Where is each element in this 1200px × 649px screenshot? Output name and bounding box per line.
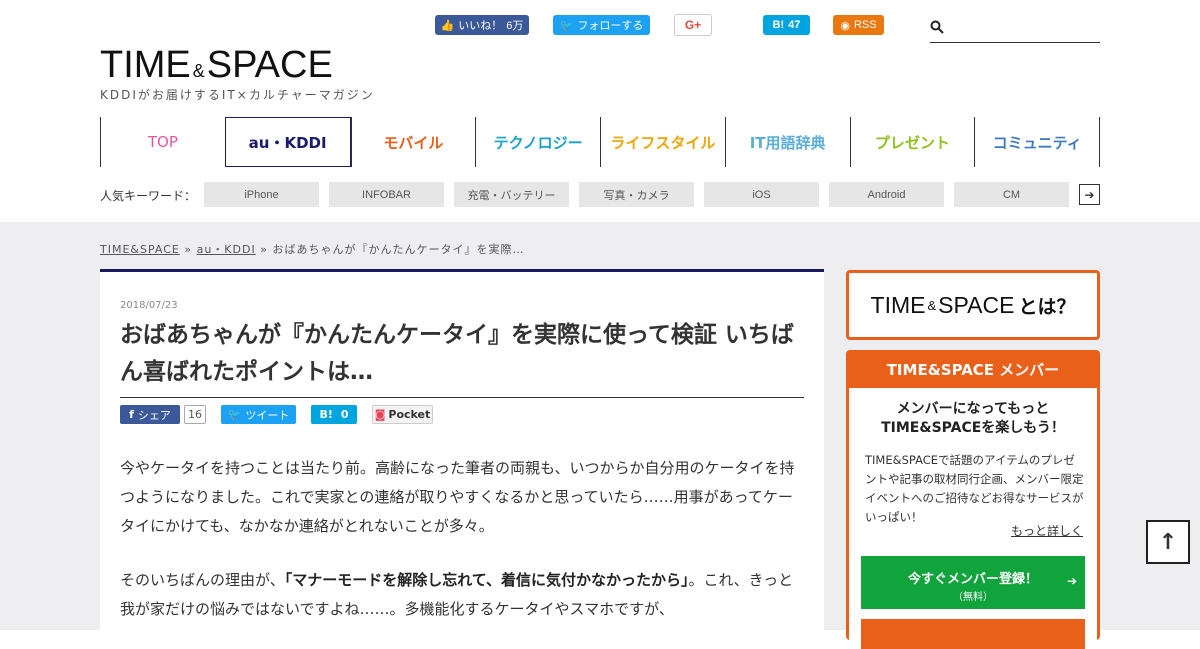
keywords-next-button[interactable]: ➔ — [1079, 184, 1100, 205]
hatena-bookmark-icon: B! — [319, 408, 333, 421]
register-button[interactable]: 今すぐメンバー登録！ （無料） ➔ — [861, 556, 1085, 609]
nav-label: モバイル — [383, 133, 444, 152]
member-widget: TIME&SPACE メンバー メンバーになってもっと TIME&SPACEを楽… — [846, 350, 1100, 649]
hatena-share-button[interactable]: B! 0 — [311, 405, 357, 424]
arrow-up-icon: ↑ — [1158, 529, 1178, 555]
member-widget-title: TIME&SPACE メンバー — [886, 360, 1060, 379]
logo-text-time: TIME — [100, 44, 191, 86]
rss-label: RSS — [853, 19, 877, 31]
main-nav: TOP au・KDDI モバイル テクノロジー ライフスタイル IT用語辞典 プ… — [100, 117, 1100, 167]
facebook-icon: f — [129, 408, 134, 421]
keyword-tag[interactable]: 充電・バッテリー — [454, 182, 569, 207]
nav-item-present[interactable]: プレゼント — [849, 117, 975, 167]
about-suffix: とは？ — [1018, 296, 1076, 318]
search-box — [930, 17, 1100, 43]
nav-label: プレゼント — [874, 133, 950, 152]
arrow-right-icon: ➔ — [1084, 187, 1095, 202]
article-card: 2018/07/23 おばあちゃんが『かんたんケータイ』を実際に使って検証 いち… — [100, 269, 824, 630]
breadcrumb: TIME&SPACE » au・KDDI » おばあちゃんが『かんたんケータイ』… — [100, 241, 524, 257]
nav-label: ライフスタイル — [610, 133, 716, 152]
facebook-share-label: シェア — [137, 408, 171, 422]
google-plus-icon: G+ — [684, 18, 702, 32]
pocket-label: Pocket — [388, 408, 431, 421]
breadcrumb-category-link[interactable]: au・KDDI — [197, 243, 256, 256]
pocket-button[interactable]: ◙ Pocket — [372, 405, 433, 424]
paragraph-text: そのいちばんの理由が、 — [120, 571, 285, 589]
member-headline: メンバーになってもっと TIME&SPACEを楽しもう！ — [849, 400, 1097, 438]
breadcrumb-current: おばあちゃんが『かんたんケータイ』を実際… — [272, 243, 525, 256]
keyword-tag[interactable]: iOS — [704, 182, 819, 207]
nav-item-mobile[interactable]: モバイル — [350, 117, 476, 167]
nav-item-top[interactable]: TOP — [100, 117, 225, 167]
nav-item-lifestyle[interactable]: ライフスタイル — [600, 117, 725, 167]
breadcrumb-separator: » — [260, 243, 268, 256]
google-plus-button[interactable]: G+ — [674, 14, 712, 36]
facebook-share-button[interactable]: f シェア — [120, 405, 180, 424]
member-description: TIME&SPACEで話題のアイテムのプレゼントや記事の取材同行企画、メンバー限… — [865, 453, 1084, 524]
keyword-tag[interactable]: INFOBAR — [329, 182, 444, 207]
back-to-top-button[interactable]: ↑ — [1146, 520, 1190, 564]
member-widget-body: メンバーになってもっと TIME&SPACEを楽しもう！ TIME&SPACEで… — [849, 388, 1097, 649]
rss-button[interactable]: ◉ RSS — [833, 15, 884, 35]
article-paragraph: そのいちばんの理由が、「マナーモードを解除し忘れて、着信に気付かなかったから」。… — [120, 566, 800, 624]
nav-item-it-glossary[interactable]: IT用語辞典 — [724, 117, 850, 167]
more-details-link[interactable]: もっと詳しく — [1011, 522, 1083, 539]
site-tagline: KDDIがお届けするIT×カルチャーマガジン — [100, 88, 375, 102]
facebook-like-count: 6万 — [506, 20, 524, 32]
site-logo[interactable]: TIME &SPACE — [100, 44, 333, 87]
facebook-share-count: 16 — [184, 405, 206, 424]
thumbs-up-icon: 👍 — [440, 19, 455, 32]
arrow-right-icon: ➔ — [1066, 574, 1077, 588]
rss-icon: ◉ — [840, 19, 850, 32]
twitter-follow-label: フォローする — [577, 20, 644, 32]
logo-text-space: SPACE — [206, 44, 333, 86]
nav-label: TOP — [147, 133, 178, 151]
about-logo-space: SPACE — [938, 291, 1015, 318]
about-banner[interactable]: TIME & SPACE とは？ — [846, 270, 1100, 340]
hatena-bookmark-icon: B! — [772, 19, 785, 31]
keyword-tag[interactable]: 写真・カメラ — [579, 182, 694, 207]
twitter-bird-icon: 🐦 — [227, 408, 242, 421]
nav-item-technology[interactable]: テクノロジー — [475, 117, 600, 167]
register-sublabel: （無料） — [953, 592, 993, 603]
article-date: 2018/07/23 — [120, 300, 178, 311]
pocket-icon: ◙ — [374, 408, 386, 421]
article-title: おばあちゃんが『かんたんケータイ』を実際に使って検証 いちばん喜ばれたポイントは… — [120, 317, 804, 398]
keyword-tag[interactable]: iPhone — [204, 182, 319, 207]
search-input[interactable] — [952, 19, 1097, 39]
tweet-button[interactable]: 🐦 ツイート — [221, 405, 296, 424]
member-headline-line1: メンバーになってもっと — [896, 401, 1050, 417]
paragraph-emphasis: 「マナーモードを解除し忘れて、着信に気付かなかったから」 — [284, 571, 689, 589]
nav-label: コミュニティ — [992, 133, 1082, 152]
hatena-bookmark-count: 47 — [788, 19, 801, 31]
nav-label: テクノロジー — [493, 133, 583, 152]
register-label: 今すぐメンバー登録！ — [907, 572, 1038, 587]
breadcrumb-separator: » — [184, 243, 193, 256]
member-headline-line2: TIME&SPACEを楽しもう！ — [881, 420, 1065, 436]
search-icon[interactable] — [930, 20, 944, 34]
facebook-like-label: いいね！ — [458, 20, 503, 32]
twitter-bird-icon: 🐦 — [559, 19, 574, 32]
keyword-tag[interactable]: CM — [954, 182, 1069, 207]
about-logo-time: TIME — [870, 291, 926, 318]
about-logo-ampersand: & — [927, 297, 937, 313]
nav-label: au・KDDI — [248, 133, 327, 152]
nav-label: IT用語辞典 — [749, 133, 826, 152]
nav-item-community[interactable]: コミュニティ — [974, 117, 1100, 167]
logo-ampersand: & — [192, 61, 205, 81]
login-button[interactable] — [861, 619, 1085, 649]
hatena-share-count: 0 — [340, 408, 349, 421]
breadcrumb-home-link[interactable]: TIME&SPACE — [100, 243, 180, 256]
facebook-like-button[interactable]: 👍 いいね！ 6万 — [435, 15, 529, 35]
twitter-follow-button[interactable]: 🐦 フォローする — [553, 15, 650, 35]
tweet-label: ツイート — [245, 408, 290, 422]
nav-item-au-kddi[interactable]: au・KDDI — [224, 117, 351, 167]
article-paragraph: 今やケータイを持つことは当たり前。高齢になった筆者の両親も、いつからか自分用のケ… — [120, 459, 795, 535]
hatena-bookmark-button[interactable]: B! 47 — [763, 15, 810, 35]
popular-keywords-label: 人気キーワード： — [100, 189, 197, 203]
keyword-tag[interactable]: Android — [829, 182, 944, 207]
